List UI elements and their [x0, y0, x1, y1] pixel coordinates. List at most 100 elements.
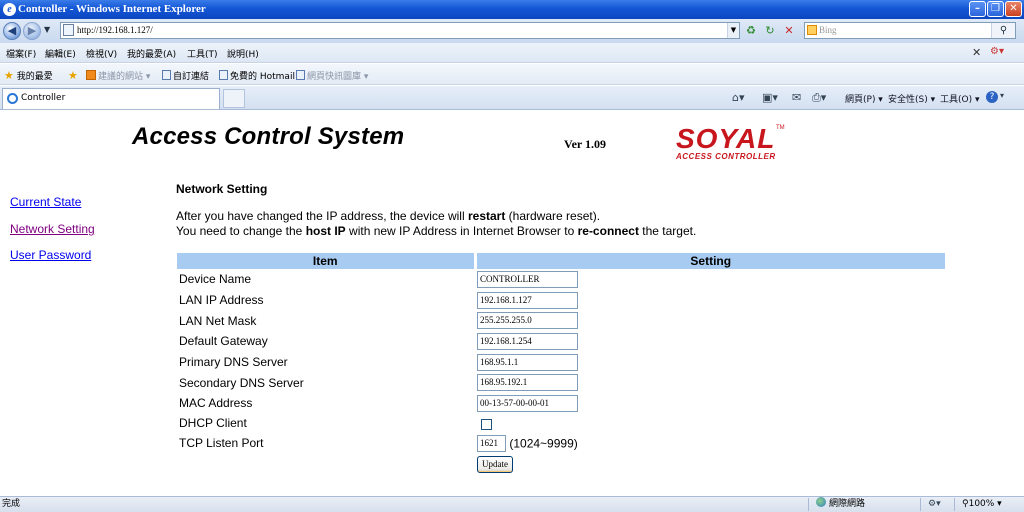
- suggested-sites-icon: [86, 70, 96, 80]
- zoom-level[interactable]: ⚲100% ▾: [962, 497, 1002, 512]
- menu-bar: 檔案(F) 編輯(E) 檢視(V) 我的最愛(A) 工具(T) 說明(H) ✕ …: [0, 43, 1024, 63]
- forward-button[interactable]: ▶: [23, 22, 41, 40]
- compatibility-view-icon[interactable]: ♻: [743, 23, 759, 39]
- row-label-net-mask: LAN Net Mask: [179, 313, 257, 328]
- address-url: http://192.168.1.127/: [77, 25, 153, 35]
- address-bar[interactable]: http://192.168.1.127/ ▼: [60, 22, 740, 39]
- sidebar-item-user-password[interactable]: User Password: [10, 248, 91, 262]
- tcp-port-input[interactable]: 1621: [477, 434, 506, 452]
- ie-app-icon: e: [3, 3, 16, 16]
- mac-address-input[interactable]: 00-13-57-00-00-01: [477, 394, 578, 412]
- print-icon[interactable]: ⎙▾: [812, 91, 826, 105]
- menu-view[interactable]: 檢視(V): [86, 47, 117, 60]
- menu-help[interactable]: 說明(H): [227, 47, 259, 60]
- update-button[interactable]: Update: [477, 455, 513, 473]
- feeds-icon[interactable]: ▣▾: [762, 91, 778, 104]
- status-text: 完成: [2, 499, 21, 509]
- address-dropdown-icon[interactable]: ▼: [727, 23, 739, 38]
- table-row: LAN Net Mask 255.255.255.0: [177, 310, 945, 331]
- close-window-button[interactable]: ✕: [1005, 1, 1022, 17]
- ie-page-icon: [7, 93, 18, 104]
- stop-icon[interactable]: ✕: [781, 23, 797, 39]
- sidebar-item-network-setting[interactable]: Network Setting: [10, 222, 95, 236]
- bing-icon: [807, 25, 817, 35]
- close-toolbar-icon[interactable]: ✕: [972, 46, 981, 59]
- help-dropdown-icon[interactable]: ▾: [1000, 91, 1004, 100]
- home-icon[interactable]: ⌂▾: [732, 91, 745, 104]
- column-header-item: Item: [177, 253, 477, 269]
- gateway-input[interactable]: 192.168.1.254: [477, 332, 578, 350]
- favorites-button[interactable]: ★ 我的最愛: [4, 69, 53, 82]
- tab-controller[interactable]: Controller: [2, 88, 220, 109]
- status-bar: 完成 網際網路 ⚙▾ ⚲100% ▾: [0, 496, 1024, 512]
- page-icon: [63, 24, 74, 36]
- row-label-primary-dns: Primary DNS Server: [179, 355, 288, 370]
- lan-ip-input[interactable]: 192.168.1.127: [477, 291, 578, 309]
- page-content: Access Control System Ver 1.09 SOYAL TM …: [0, 111, 1024, 496]
- table-row: LAN IP Address 192.168.1.127: [177, 290, 945, 311]
- favorites-label: 我的最愛: [16, 72, 53, 82]
- row-label-tcp-port: TCP Listen Port: [179, 436, 264, 451]
- favorites-bar: ★ 我的最愛 ★ 建議的網站 ▾ 自訂連結 免費的 Hotmail 網頁快訊圖庫…: [0, 64, 1024, 85]
- address-toolbar: ◀ ▶ ▼ http://192.168.1.127/ ▼ ♻ ↻ ✕ Bing…: [0, 19, 1024, 43]
- row-label-gateway: Default Gateway: [179, 334, 268, 349]
- sidebar-item-current-state[interactable]: Current State: [10, 195, 81, 209]
- soyal-logo: SOYAL TM ACCESS CONTROLLER: [676, 125, 788, 165]
- maximize-button[interactable]: ❐: [987, 1, 1004, 17]
- favorite-hotmail[interactable]: 免費的 Hotmail: [219, 69, 295, 82]
- row-label-dhcp: DHCP Client: [179, 416, 247, 431]
- tools-menu[interactable]: 工具(O) ▾: [940, 92, 980, 105]
- table-row: Default Gateway 192.168.1.254: [177, 331, 945, 352]
- version-label: Ver 1.09: [564, 137, 606, 151]
- column-header-setting: Setting: [475, 253, 945, 269]
- mail-icon[interactable]: ✉: [792, 91, 801, 104]
- security-zone[interactable]: 網際網路: [816, 497, 865, 512]
- dhcp-client-checkbox[interactable]: [481, 418, 492, 430]
- favorite-web-slice-gallery[interactable]: 網頁快訊圖庫 ▾: [296, 69, 368, 82]
- device-name-input[interactable]: CONTROLLER: [477, 270, 578, 288]
- favorite-suggested-sites[interactable]: 建議的網站 ▾: [86, 69, 150, 82]
- table-row: Device Name CONTROLLER: [177, 269, 945, 290]
- toolbar-options-icon[interactable]: ⚙▾: [990, 46, 1004, 57]
- refresh-icon[interactable]: ↻: [762, 23, 778, 39]
- protected-mode-icon[interactable]: ⚙▾: [928, 497, 941, 512]
- secondary-dns-input[interactable]: 168.95.192.1: [477, 374, 578, 392]
- tab-label: Controller: [21, 93, 66, 103]
- menu-file[interactable]: 檔案(F): [6, 47, 36, 60]
- globe-icon: [816, 497, 826, 507]
- window-title-bar[interactable]: e Controller - Windows Internet Explorer…: [0, 0, 1024, 19]
- notice-line-1: After you have changed the IP address, t…: [176, 209, 601, 223]
- safety-menu[interactable]: 安全性(S) ▾: [888, 92, 935, 105]
- window-title: Controller - Windows Internet Explorer: [18, 3, 206, 15]
- logo-trademark: TM: [776, 125, 785, 131]
- favorite-custom-links[interactable]: 自訂連結: [162, 69, 209, 82]
- table-row: Secondary DNS Server 168.95.192.1: [177, 372, 945, 393]
- minimize-button[interactable]: –: [969, 1, 986, 17]
- restart-notice: After you have changed the IP address, t…: [176, 209, 696, 239]
- notice-line-2: You need to change the host IP with new …: [176, 224, 697, 238]
- page-icon: [162, 70, 171, 80]
- menu-tools[interactable]: 工具(T): [187, 47, 218, 60]
- tab-bar: Controller ⌂▾ ▣▾ ✉ ⎙▾ 網頁(P) ▾ 安全性(S) ▾ 工…: [0, 86, 1024, 110]
- back-button[interactable]: ◀: [3, 22, 21, 40]
- menu-favorites[interactable]: 我的最愛(A): [127, 47, 176, 60]
- search-placeholder: Bing: [819, 25, 837, 35]
- search-icon[interactable]: ⚲: [991, 23, 1015, 38]
- help-icon[interactable]: ?: [986, 91, 998, 103]
- network-settings-table: Item Setting Device Name CONTROLLER LAN …: [177, 253, 945, 474]
- add-favorite-icon[interactable]: ★: [68, 69, 78, 82]
- net-mask-input[interactable]: 255.255.255.0: [477, 312, 578, 330]
- table-row: Update: [177, 454, 945, 474]
- menu-edit[interactable]: 編輯(E): [45, 47, 76, 60]
- new-tab-button[interactable]: [223, 89, 245, 108]
- history-dropdown-icon[interactable]: ▼: [44, 25, 50, 34]
- row-label-device-name: Device Name: [179, 272, 252, 287]
- section-title: Network Setting: [176, 182, 268, 196]
- logo-subtitle: ACCESS CONTROLLER: [676, 152, 776, 161]
- table-row: TCP Listen Port 1621 (1024~9999): [177, 433, 945, 454]
- primary-dns-input[interactable]: 168.95.1.1: [477, 353, 578, 371]
- search-input[interactable]: Bing ⚲: [804, 22, 1016, 39]
- row-label-lan-ip: LAN IP Address: [179, 293, 264, 308]
- logo-word: SOYAL: [676, 123, 776, 154]
- page-menu[interactable]: 網頁(P) ▾: [845, 92, 883, 105]
